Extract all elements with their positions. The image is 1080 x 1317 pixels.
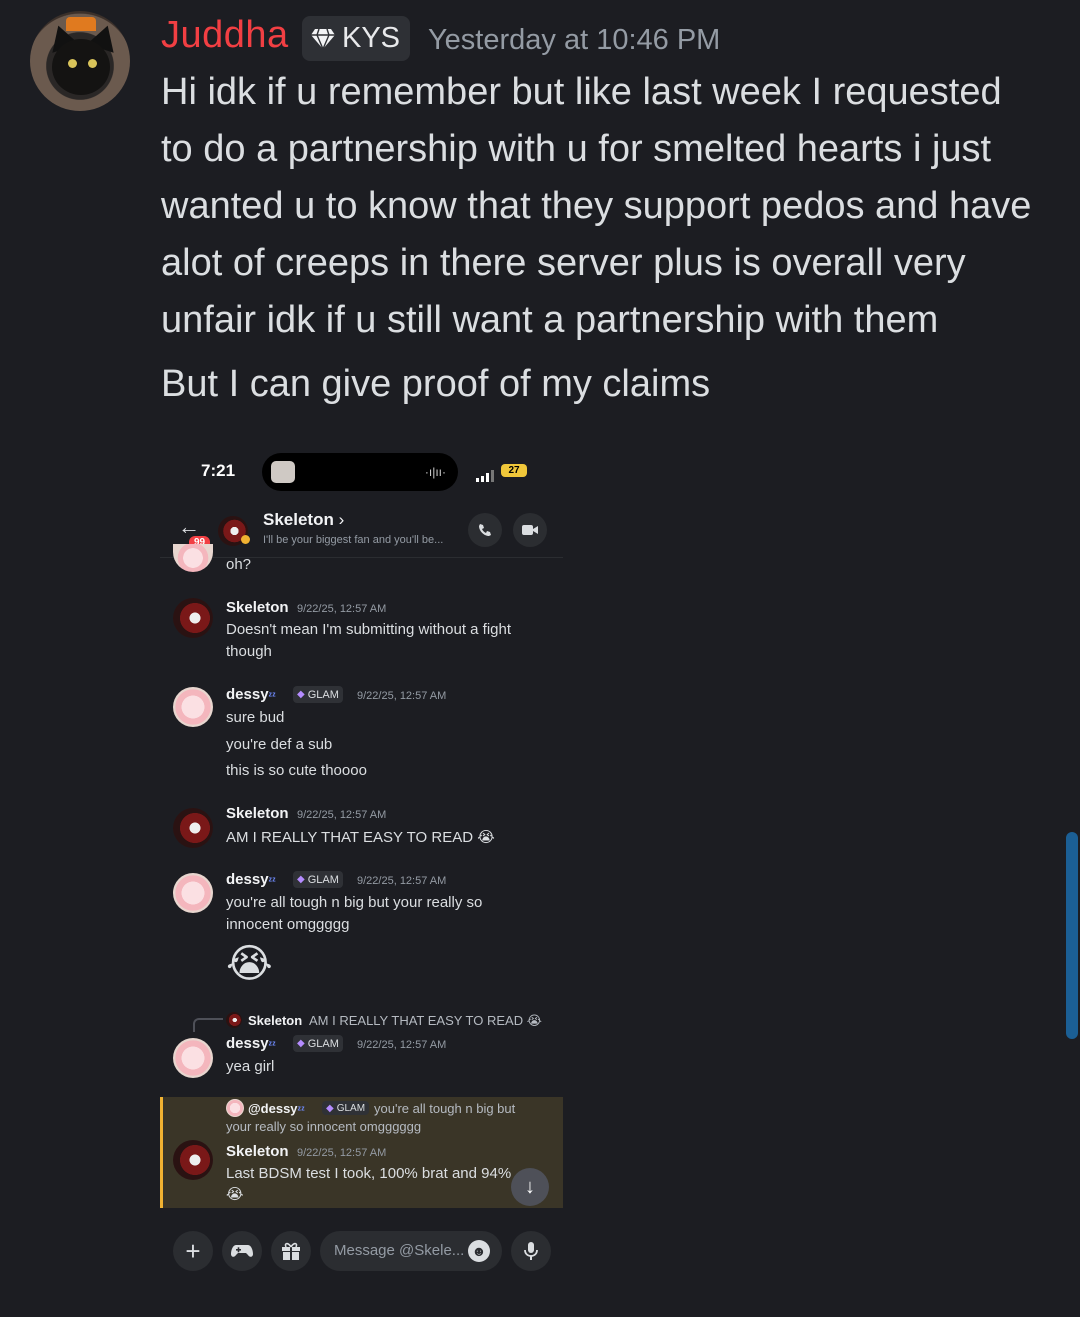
signal-icon <box>476 464 496 482</box>
author-name[interactable]: dessyᶻᶻ <box>226 686 276 703</box>
user-avatar[interactable] <box>30 11 130 111</box>
message-line: unfair idk if u still want a partnership… <box>161 299 939 341</box>
author-name[interactable]: Skeleton <box>226 805 289 822</box>
message-text: though <box>226 643 272 660</box>
glam-icon: ◆ <box>297 1038 305 1049</box>
message-line: wanted u to know that they support pedos… <box>161 185 1032 227</box>
status-time: 7:21 <box>201 461 236 480</box>
message-placeholder: Message @Skele... <box>334 1242 465 1259</box>
video-call-button[interactable] <box>513 513 547 547</box>
battery-icon: 27 <box>501 464 527 477</box>
glam-icon: ◆ <box>326 1102 334 1114</box>
message-input[interactable]: Message @Skele... ☻ <box>320 1231 502 1271</box>
avatar[interactable] <box>173 1140 213 1180</box>
avatar[interactable] <box>226 1099 244 1117</box>
emoji-picker-icon[interactable]: ☻ <box>468 1240 490 1262</box>
message-time: 9/22/25, 12:57 AM <box>357 875 447 887</box>
guild-tag[interactable]: ◆ GLAM <box>293 1035 343 1052</box>
dynamic-island: ·ı|ıı· <box>262 453 458 491</box>
message-time: 9/22/25, 12:57 AM <box>357 1039 447 1051</box>
reply-preview[interactable]: AM I REALLY THAT EASY TO READ 😭 <box>309 1013 542 1029</box>
guild-tag[interactable]: ◆ GLAM <box>322 1101 370 1115</box>
message-time: 9/22/25, 12:57 AM <box>357 690 447 702</box>
jump-to-present-button[interactable]: ↓ <box>511 1168 549 1206</box>
reply-connector <box>193 1018 223 1032</box>
message-text: you're all tough n big but your really s… <box>226 894 483 911</box>
dm-name[interactable]: Skeleton › <box>263 510 344 530</box>
divider <box>160 557 563 558</box>
gift-icon <box>282 1242 300 1260</box>
avatar[interactable] <box>173 1038 213 1078</box>
idle-status-icon <box>241 535 250 544</box>
app-icon <box>271 461 295 483</box>
message-text: Last BDSM test I took, 100% brat and 94% <box>226 1165 512 1182</box>
message-text: oh? <box>226 556 252 573</box>
crying-emoji: 😭 <box>226 942 273 986</box>
avatar[interactable] <box>173 544 213 572</box>
gift-button[interactable] <box>271 1231 311 1271</box>
glam-icon: ◆ <box>297 874 305 885</box>
message-text: yea girl <box>226 1058 275 1075</box>
message-line: Hi idk if u remember but like last week … <box>161 71 1002 113</box>
voice-message-button[interactable] <box>511 1231 551 1271</box>
phone-icon <box>479 524 491 536</box>
avatar[interactable] <box>173 687 213 727</box>
activities-button[interactable] <box>222 1231 262 1271</box>
avatar[interactable] <box>226 1012 242 1028</box>
author-name[interactable]: Skeleton <box>226 599 289 616</box>
message-text: sure bud <box>226 709 285 726</box>
avatar[interactable] <box>173 598 213 638</box>
scrollbar[interactable] <box>1066 832 1078 1039</box>
message-text: 😭 <box>226 1186 244 1203</box>
glam-icon: ◆ <box>297 689 305 700</box>
reply-author[interactable]: Skeleton <box>248 1013 302 1028</box>
author-name[interactable]: dessyᶻᶻ <box>226 871 276 888</box>
message-time: 9/22/25, 12:57 AM <box>297 809 387 821</box>
message-time: 9/22/25, 12:57 AM <box>297 1147 387 1159</box>
followup-message: But I can give proof of my claims <box>161 363 711 405</box>
call-button[interactable] <box>468 513 502 547</box>
plus-icon: + <box>185 1235 201 1266</box>
avatar[interactable] <box>173 873 213 913</box>
message-text: innocent omggggg <box>226 916 350 933</box>
video-icon <box>522 525 538 535</box>
dm-status-text: I'll be your biggest fan and you'll be..… <box>263 534 444 546</box>
audio-wave-icon: ·ı|ıı· <box>424 465 446 479</box>
guild-tag[interactable]: ◆ GLAM <box>293 871 343 888</box>
microphone-icon <box>524 1242 538 1260</box>
message-time: 9/22/25, 12:57 AM <box>297 603 387 615</box>
avatar[interactable] <box>173 808 213 848</box>
reply-author[interactable]: @dessyᶻᶻ <box>248 1101 305 1116</box>
guild-tag-label: KYS <box>342 22 401 54</box>
message-line: to do a partnership with u for smelted h… <box>161 128 992 170</box>
message-line: alot of creeps in there server plus is o… <box>161 242 966 284</box>
image-attachment[interactable]: 7:21 ·ı|ıı· 27 ← 99 Skeleton › I'll be y… <box>160 440 563 1312</box>
author-name[interactable]: Skeleton <box>226 1143 289 1160</box>
message-text: AM I REALLY THAT EASY TO READ 😭 <box>226 829 495 846</box>
username[interactable]: Juddha <box>161 14 289 57</box>
guild-tag[interactable]: ◆ GLAM <box>293 686 343 703</box>
gem-icon <box>311 28 335 50</box>
guild-tag[interactable]: KYS <box>302 16 411 61</box>
add-attachment-button[interactable]: + <box>173 1231 213 1271</box>
message-text: you're def a sub <box>226 736 333 753</box>
arrow-down-icon: ↓ <box>525 1175 535 1198</box>
author-name[interactable]: dessyᶻᶻ <box>226 1035 276 1052</box>
reply-preview[interactable]: you're all tough n big but <box>374 1101 515 1116</box>
message-timestamp: Yesterday at 10:46 PM <box>428 24 721 56</box>
message-text: Doesn't mean I'm submitting without a fi… <box>226 621 512 638</box>
gamepad-icon <box>231 1245 253 1257</box>
message-text: this is so cute thoooo <box>226 762 367 779</box>
reply-preview[interactable]: your really so innocent omgggggg <box>226 1119 421 1134</box>
